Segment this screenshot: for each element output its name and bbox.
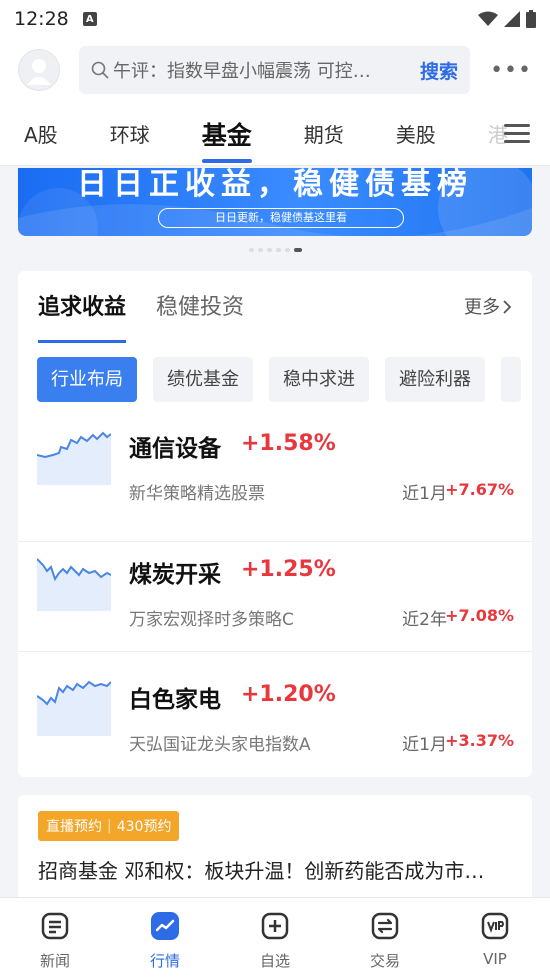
nav-news-label: 新闻 bbox=[39, 952, 70, 970]
fund-card: 追求收益 稳健投资 更多 行业布局 绩优基金 稳中求进 避险利器 通信设备 +1… bbox=[18, 271, 532, 777]
status-icons bbox=[478, 10, 536, 28]
market-icon bbox=[149, 910, 181, 942]
sector-name: 白色家电 bbox=[129, 687, 221, 713]
nav-trade[interactable]: 交易 bbox=[330, 898, 440, 977]
tab-global[interactable]: 环球 bbox=[110, 119, 150, 148]
live-stream-card[interactable]: 直播预约 | 430预约 招商基金 邓和权：板块升温！创新药能否成为市… bbox=[18, 795, 532, 905]
fund-return: +3.37% bbox=[445, 731, 514, 750]
sector-name: 煤炭开采 bbox=[129, 562, 221, 588]
live-title: 招商基金 邓和权：板块升温！创新药能否成为市… bbox=[38, 859, 485, 883]
tab-us-stocks[interactable]: 美股 bbox=[396, 119, 436, 148]
live-badge-count: 430预约 bbox=[116, 819, 172, 835]
news-icon bbox=[39, 910, 71, 942]
search-input[interactable]: 午评：指数早盘小幅震荡 可控… bbox=[113, 57, 410, 83]
search-icon bbox=[91, 61, 109, 79]
carousel-dot bbox=[284, 248, 290, 252]
sector-change: +1.25% bbox=[241, 557, 336, 582]
return-period: 近1月 bbox=[402, 484, 447, 504]
sparkline-chart bbox=[37, 431, 111, 485]
tab-steady-invest[interactable]: 稳健投资 bbox=[156, 289, 244, 321]
nav-news[interactable]: 新闻 bbox=[0, 898, 110, 977]
avatar[interactable] bbox=[18, 49, 60, 91]
bottom-nav: 新闻 行情 自选 交易 VIP bbox=[0, 897, 550, 977]
nav-market-label: 行情 bbox=[149, 952, 180, 970]
fund-row[interactable]: 通信设备 +1.58% 新华策略精选股票 近1月 +7.67% bbox=[18, 417, 532, 542]
carousel-dot bbox=[266, 248, 272, 252]
sector-name: 通信设备 bbox=[129, 436, 221, 462]
chip-more[interactable] bbox=[501, 357, 521, 402]
fund-name: 万家宏观择时多策略C bbox=[129, 610, 294, 630]
more-label: 更多 bbox=[464, 297, 500, 318]
market-tabs: A股 环球 基金 期货 美股 港 bbox=[0, 102, 550, 166]
carousel-dots bbox=[0, 248, 550, 252]
exchange-icon bbox=[369, 910, 401, 942]
nav-trade-label: 交易 bbox=[369, 952, 400, 970]
search-box[interactable]: 午评：指数早盘小幅震荡 可控… 搜索 bbox=[79, 46, 470, 94]
carousel-dot bbox=[248, 248, 254, 252]
nav-watchlist[interactable]: 自选 bbox=[220, 898, 330, 977]
carousel-dot bbox=[275, 248, 281, 252]
fund-return: +7.67% bbox=[445, 480, 514, 499]
tab-fund[interactable]: 基金 bbox=[201, 116, 252, 163]
carousel-dot-active bbox=[293, 248, 302, 252]
user-icon bbox=[27, 59, 51, 85]
menu-icon[interactable] bbox=[504, 124, 530, 148]
chip-safe-haven[interactable]: 避险利器 bbox=[385, 357, 485, 402]
search-button[interactable]: 搜索 bbox=[420, 57, 458, 84]
fund-return: +7.08% bbox=[445, 606, 514, 625]
sector-change: +1.20% bbox=[241, 682, 336, 707]
battery-icon bbox=[526, 10, 536, 28]
fund-row[interactable]: 煤炭开采 +1.25% 万家宏观择时多策略C 近2年 +7.08% bbox=[18, 527, 532, 652]
filter-chips: 行业布局 绩优基金 稳中求进 避险利器 bbox=[37, 357, 521, 402]
live-badge-label: 直播预约 bbox=[46, 819, 102, 835]
nav-watchlist-label: 自选 bbox=[259, 952, 290, 970]
return-period: 近1月 bbox=[402, 735, 447, 755]
more-options-icon[interactable]: ••• bbox=[490, 58, 532, 83]
nav-market[interactable]: 行情 bbox=[110, 898, 220, 977]
sparkline-chart bbox=[37, 680, 111, 736]
banner-title: 日日正收益，稳健债基榜 bbox=[77, 168, 473, 202]
chip-industry-layout[interactable]: 行业布局 bbox=[37, 357, 137, 402]
fund-name: 天弘国证龙头家电指数A bbox=[129, 735, 311, 755]
chip-top-funds[interactable]: 绩优基金 bbox=[153, 357, 253, 402]
vip-icon bbox=[479, 910, 511, 942]
badge-divider: | bbox=[107, 818, 112, 834]
sparkline-chart bbox=[37, 558, 111, 611]
header: 午评：指数早盘小幅震荡 可控… 搜索 ••• bbox=[0, 38, 550, 102]
tab-a-share[interactable]: A股 bbox=[24, 119, 58, 148]
signal-icon bbox=[504, 11, 520, 27]
card-tabs: 追求收益 稳健投资 bbox=[38, 289, 274, 343]
tab-pursue-returns[interactable]: 追求收益 bbox=[38, 289, 127, 343]
more-link[interactable]: 更多 bbox=[464, 293, 512, 319]
status-bar: 12:28 A bbox=[0, 0, 550, 38]
fund-row[interactable]: 白色家电 +1.20% 天弘国证龙头家电指数A 近1月 +3.37% bbox=[18, 652, 532, 777]
add-icon bbox=[259, 910, 291, 942]
sector-change: +1.58% bbox=[241, 431, 336, 456]
wifi-icon bbox=[478, 11, 498, 26]
promo-banner[interactable]: 日日正收益，稳健债基榜 日日更新，稳健债基这里看 bbox=[18, 168, 532, 236]
status-time: 12:28 bbox=[14, 8, 69, 30]
tab-futures[interactable]: 期货 bbox=[304, 119, 344, 148]
nav-vip-label: VIP bbox=[483, 950, 507, 968]
live-reservation-badge: 直播预约 | 430预约 bbox=[38, 811, 180, 841]
return-period: 近2年 bbox=[402, 610, 447, 630]
carousel-dot bbox=[257, 248, 263, 252]
fund-name: 新华策略精选股票 bbox=[129, 484, 265, 504]
notification-a-icon: A bbox=[82, 12, 97, 26]
nav-vip[interactable]: VIP bbox=[440, 898, 550, 977]
chip-steady-progress[interactable]: 稳中求进 bbox=[269, 357, 369, 402]
chevron-right-icon bbox=[503, 300, 512, 314]
banner-subtitle: 日日更新，稳健债基这里看 bbox=[158, 208, 404, 228]
